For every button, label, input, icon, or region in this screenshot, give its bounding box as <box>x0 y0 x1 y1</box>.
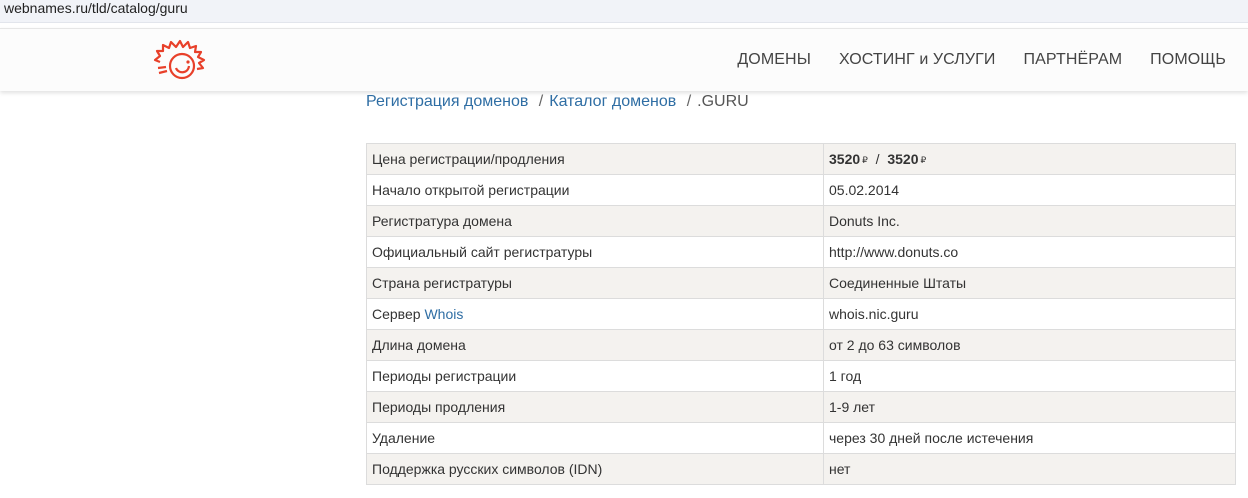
table-row: Периоды регистрации 1 год <box>366 360 1236 392</box>
registration-price: 3520 <box>829 151 861 167</box>
breadcrumb-domain-registration[interactable]: Регистрация доменов <box>366 93 528 110</box>
row-value: Donuts Inc. <box>823 205 1236 237</box>
price-divider: / <box>875 151 880 167</box>
nav-partners[interactable]: ПАРТНЁРАМ <box>1024 51 1123 69</box>
address-bar[interactable]: webnames.ru/tld/catalog/guru <box>0 0 1248 23</box>
row-value: через 30 дней после истечения <box>823 422 1236 454</box>
row-label: Страна регистратуры <box>366 267 824 299</box>
row-value: от 2 до 63 символов <box>823 329 1236 361</box>
main-menu: ДОМЕНЫ ХОСТИНГ и УСЛУГИ ПАРТНЁРАМ ПОМОЩЬ <box>737 29 1226 91</box>
breadcrumb-separator: / <box>538 93 544 110</box>
ruble-icon: ₽ <box>862 154 868 165</box>
row-value: 1 год <box>823 360 1236 392</box>
tld-info-table: Цена регистрации/продления 3520 ₽ / 3520 ₽… <box>366 143 1236 485</box>
breadcrumb-separator: / <box>686 93 692 110</box>
ruble-icon: ₽ <box>920 154 927 165</box>
table-row: Регистратура домена Donuts Inc. <box>366 205 1236 237</box>
row-value: нет <box>823 453 1236 485</box>
sun-logo-icon[interactable] <box>152 38 212 84</box>
table-row: Страна регистратуры Соединенные Штаты <box>366 267 1236 299</box>
row-label: Длина домена <box>366 329 824 361</box>
table-row: Периоды продления 1-9 лет <box>366 391 1236 423</box>
table-row: Официальный сайт регистратуры http://www… <box>366 236 1236 268</box>
site-header: ДОМЕНЫ ХОСТИНГ и УСЛУГИ ПАРТНЁРАМ ПОМОЩЬ <box>0 28 1248 91</box>
row-value: http://www.donuts.co <box>823 236 1236 268</box>
row-value: whois.nic.guru <box>823 298 1236 330</box>
row-label: Сервер Whois <box>366 298 824 330</box>
breadcrumb-current: .GURU <box>697 93 749 110</box>
breadcrumb: Регистрация доменов / Каталог доменов / .G… <box>366 93 749 111</box>
table-row: Длина домена от 2 до 63 символов <box>366 329 1236 361</box>
breadcrumb-domain-catalog[interactable]: Каталог доменов <box>549 93 676 110</box>
row-label: Поддержка русских символов (IDN) <box>366 453 824 485</box>
row-value: 05.02.2014 <box>823 174 1236 206</box>
row-label: Периоды продления <box>366 391 824 423</box>
whois-link[interactable]: Whois <box>424 306 463 322</box>
row-label: Цена регистрации/продления <box>366 143 824 175</box>
table-row: Удаление через 30 дней после истечения <box>366 422 1236 454</box>
renewal-price: 3520 <box>887 151 919 167</box>
nav-help[interactable]: ПОМОЩЬ <box>1150 51 1226 69</box>
whois-label: Сервер <box>372 306 421 322</box>
url-text: webnames.ru/tld/catalog/guru <box>4 0 188 16</box>
row-label: Удаление <box>366 422 824 454</box>
row-value: Соединенные Штаты <box>823 267 1236 299</box>
row-value: 1-9 лет <box>823 391 1236 423</box>
row-label: Периоды регистрации <box>366 360 824 392</box>
nav-hosting-services[interactable]: ХОСТИНГ и УСЛУГИ <box>839 51 996 69</box>
row-label: Начало открытой регистрации <box>366 174 824 206</box>
row-label: Регистратура домена <box>366 205 824 237</box>
table-row: Поддержка русских символов (IDN) нет <box>366 453 1236 485</box>
nav-domains[interactable]: ДОМЕНЫ <box>737 51 811 69</box>
price-value: 3520 ₽ / 3520 ₽ <box>823 143 1236 175</box>
table-row: Сервер Whois whois.nic.guru <box>366 298 1236 330</box>
table-row: Начало открытой регистрации 05.02.2014 <box>366 174 1236 206</box>
table-row: Цена регистрации/продления 3520 ₽ / 3520 ₽ <box>366 143 1236 175</box>
row-label: Официальный сайт регистратуры <box>366 236 824 268</box>
